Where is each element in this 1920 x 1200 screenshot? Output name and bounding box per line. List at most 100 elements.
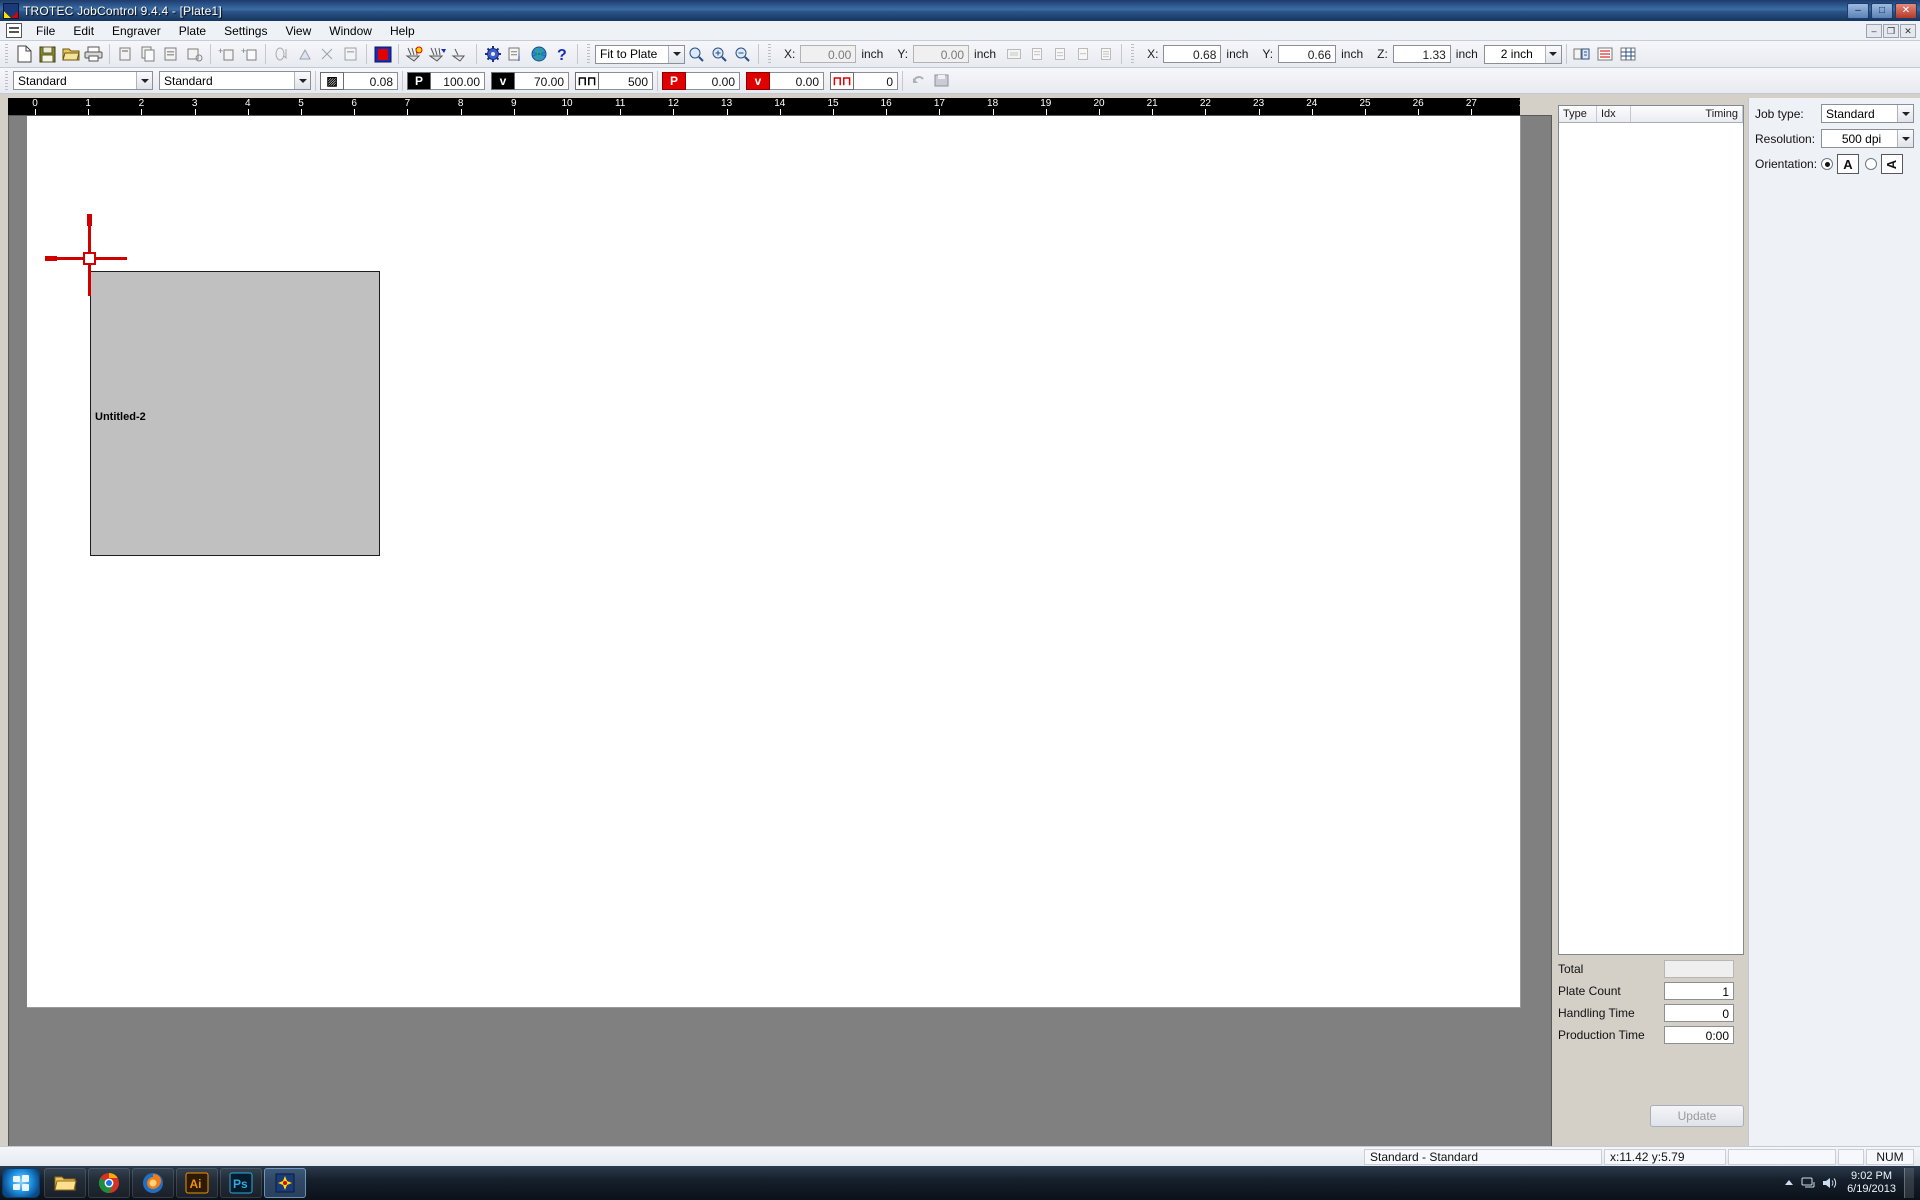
stat-value-plate-count[interactable]: 1	[1664, 982, 1734, 1000]
engrave-speed-value[interactable]: 70.00	[515, 71, 569, 90]
toolbar-grip[interactable]	[1129, 44, 1137, 64]
menu-item-engraver[interactable]: Engraver	[103, 22, 170, 40]
add-job-alt-icon[interactable]: +	[238, 43, 261, 65]
job-list-icon[interactable]	[1594, 43, 1617, 65]
nest-icon[interactable]	[270, 43, 293, 65]
param-engrave-speed[interactable]: v 70.00	[491, 71, 569, 90]
position-y-field[interactable]: 0.00	[913, 45, 970, 63]
laser-pause-icon[interactable]	[426, 43, 449, 65]
zoom-window-icon[interactable]	[685, 43, 708, 65]
size-x-field[interactable]: 0.68	[1163, 45, 1222, 63]
zoom-in-icon[interactable]	[708, 43, 731, 65]
param-engrave-power[interactable]: P 100.00	[407, 71, 485, 90]
menu-item-plate[interactable]: Plate	[170, 22, 215, 40]
plate-new-icon[interactable]	[114, 43, 137, 65]
job-info-icon[interactable]: i	[504, 43, 527, 65]
portrait-page-icon[interactable]: A	[1837, 154, 1859, 174]
minimize-button[interactable]: –	[1847, 2, 1869, 19]
landscape-page-icon[interactable]: A	[1881, 154, 1903, 174]
menu-item-window[interactable]: Window	[320, 22, 381, 40]
plate-copy-icon[interactable]	[137, 43, 160, 65]
open-folder-icon[interactable]	[59, 43, 82, 65]
column-header-idx[interactable]: Idx	[1597, 106, 1631, 122]
position-x-field[interactable]: 0.00	[800, 45, 857, 63]
menu-item-help[interactable]: Help	[381, 22, 424, 40]
toolbar-grip[interactable]	[766, 44, 773, 64]
start-orb-icon[interactable]	[2, 1168, 40, 1198]
chevron-down-icon[interactable]	[294, 72, 310, 89]
mdi-restore-button[interactable]: ❐	[1883, 23, 1899, 38]
firefox-icon[interactable]	[132, 1168, 174, 1198]
close-button[interactable]: ✕	[1895, 2, 1917, 19]
job-grid-icon[interactable]	[1617, 43, 1640, 65]
job-list-panel[interactable]: Type Idx Timing	[1558, 105, 1744, 955]
stat-value-production-time[interactable]: 0:00	[1664, 1026, 1734, 1044]
stat-value-handling-time[interactable]: 0	[1664, 1004, 1734, 1022]
mdi-minimize-button[interactable]: –	[1866, 23, 1882, 38]
cut-power-value[interactable]: 0.00	[686, 71, 740, 90]
new-document-icon[interactable]	[13, 43, 36, 65]
mdi-close-button[interactable]: ✕	[1900, 23, 1916, 38]
illustrator-icon[interactable]: Ai	[176, 1168, 218, 1198]
material-select[interactable]: Standard	[13, 71, 153, 90]
toolbar-grip[interactable]	[585, 44, 592, 64]
param-cut-frequency[interactable]: ⊓⊓ 0	[830, 71, 898, 90]
chevron-down-icon[interactable]	[136, 72, 152, 89]
save-icon[interactable]	[36, 43, 59, 65]
photoshop-icon[interactable]: Ps	[220, 1168, 262, 1198]
hatch-spacing-value[interactable]: 0.08	[344, 71, 398, 90]
size-y-field[interactable]: 0.66	[1278, 45, 1337, 63]
process-select[interactable]: Standard	[159, 71, 311, 90]
globe-icon[interactable]	[527, 43, 550, 65]
align-grid-icon[interactable]	[1002, 43, 1025, 65]
google-chrome-icon[interactable]	[88, 1168, 130, 1198]
size-z-field[interactable]: 1.33	[1392, 45, 1451, 63]
plate-paste-icon[interactable]	[160, 43, 183, 65]
zoom-out-icon[interactable]	[731, 43, 754, 65]
plate-canvas[interactable]: Untitled-2	[8, 115, 1552, 1155]
align-justify-icon[interactable]	[1094, 43, 1117, 65]
cut-speed-value[interactable]: 0.00	[770, 71, 824, 90]
column-header-type[interactable]: Type	[1559, 106, 1597, 122]
save-parameters-icon[interactable]	[930, 70, 953, 92]
engrave-frequency-value[interactable]: 500	[599, 71, 653, 90]
print-icon[interactable]	[82, 43, 105, 65]
chevron-down-icon[interactable]	[668, 45, 684, 63]
orientation-landscape-radio[interactable]	[1865, 158, 1877, 170]
menu-item-view[interactable]: View	[276, 22, 320, 40]
toolbar-grip[interactable]	[3, 44, 10, 64]
align-left-icon[interactable]	[1025, 43, 1048, 65]
align-icon[interactable]	[339, 43, 362, 65]
job-queue-icon[interactable]	[1571, 43, 1594, 65]
chevron-down-icon[interactable]	[1897, 105, 1913, 122]
plate-origin-marker[interactable]	[45, 214, 127, 296]
resolution-select[interactable]: 500 dpi	[1821, 129, 1914, 148]
menu-item-edit[interactable]: Edit	[64, 22, 103, 40]
param-cut-speed[interactable]: v 0.00	[746, 71, 824, 90]
column-header-timing[interactable]: Timing	[1631, 106, 1743, 122]
windows-explorer-icon[interactable]	[44, 1168, 86, 1198]
show-hidden-icons-icon[interactable]	[1779, 1173, 1799, 1193]
laser-start-icon[interactable]	[403, 43, 426, 65]
undo-icon[interactable]	[907, 70, 930, 92]
maximize-button[interactable]: □	[1871, 2, 1893, 19]
lens-select[interactable]: 2 inch	[1483, 44, 1562, 64]
network-icon[interactable]	[1799, 1173, 1819, 1193]
add-job-icon[interactable]: +	[215, 43, 238, 65]
show-desktop-button[interactable]	[1904, 1168, 1914, 1198]
align-center-icon[interactable]	[1048, 43, 1071, 65]
orientation-portrait-radio[interactable]	[1821, 158, 1833, 170]
position-icon[interactable]	[293, 43, 316, 65]
align-right-icon[interactable]	[1071, 43, 1094, 65]
chevron-down-icon[interactable]	[1544, 45, 1561, 63]
trotec-jobcontrol-icon[interactable]	[264, 1168, 306, 1198]
param-hatch-spacing[interactable]: ▨ 0.08	[320, 71, 398, 90]
job-object-untitled-2[interactable]: Untitled-2	[90, 271, 380, 556]
param-cut-power[interactable]: P 0.00	[662, 71, 740, 90]
laser-stop-icon[interactable]	[449, 43, 472, 65]
settings-gear-icon[interactable]	[481, 43, 504, 65]
job-type-select[interactable]: Standard	[1821, 104, 1914, 123]
plate-delete-icon[interactable]	[183, 43, 206, 65]
menu-item-file[interactable]: File	[27, 22, 64, 40]
volume-icon[interactable]	[1819, 1173, 1839, 1193]
